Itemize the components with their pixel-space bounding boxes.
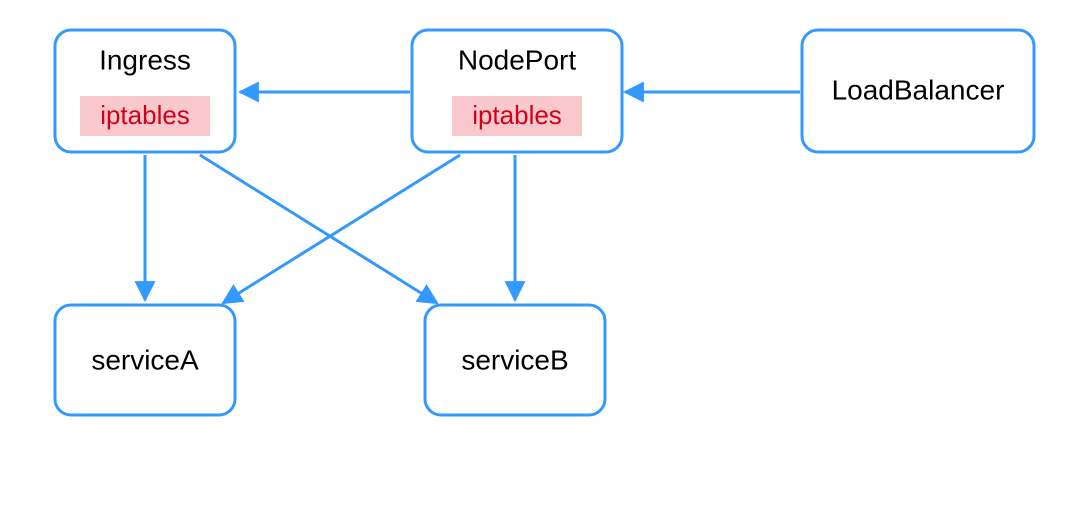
node-serviceb-title: serviceB — [461, 344, 568, 375]
node-ingress-tag: iptables — [100, 100, 190, 130]
node-nodeport: NodePort iptables — [412, 30, 622, 152]
node-servicea-title: serviceA — [91, 344, 199, 375]
node-ingress-title: Ingress — [99, 44, 191, 75]
node-servicea: serviceA — [55, 305, 235, 415]
node-nodeport-title: NodePort — [458, 44, 577, 75]
node-loadbalancer-title: LoadBalancer — [832, 74, 1005, 105]
node-nodeport-tag: iptables — [472, 100, 562, 130]
edge-ingress-serviceb — [200, 155, 437, 303]
node-ingress: Ingress iptables — [55, 30, 235, 152]
diagram-canvas: Ingress iptables NodePort iptables LoadB… — [0, 0, 1078, 512]
node-loadbalancer: LoadBalancer — [802, 30, 1034, 152]
node-serviceb: serviceB — [425, 305, 605, 415]
edge-nodeport-servicea — [223, 155, 460, 303]
